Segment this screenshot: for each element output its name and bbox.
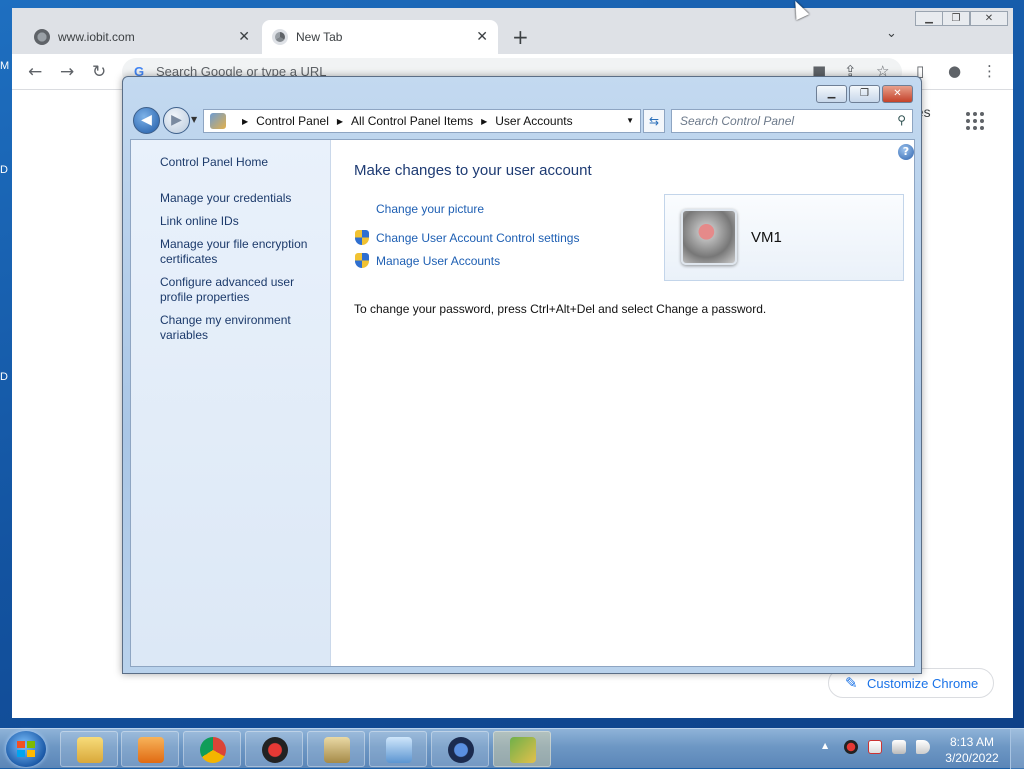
globe-icon (34, 29, 50, 45)
uac-shield-icon (355, 253, 369, 268)
breadcrumb[interactable]: ▶ Control Panel ▶ All Control Panel Item… (203, 109, 641, 133)
action-center-icon[interactable] (868, 740, 882, 754)
breadcrumb-item[interactable]: All Control Panel Items (351, 114, 473, 128)
link-manage-credentials[interactable]: Manage your credentials (160, 191, 291, 206)
link-online-ids[interactable]: Link online IDs (160, 214, 239, 229)
link-advanced-profile[interactable]: Configure advanced user profile properti… (160, 275, 310, 305)
customize-label: Customize Chrome (867, 676, 979, 691)
taskbar-explorer[interactable] (60, 731, 118, 767)
forward-arrow-icon[interactable]: → (60, 62, 74, 82)
search-input[interactable]: Search Control Panel ⚲ (671, 109, 913, 133)
start-button[interactable] (6, 731, 46, 767)
help-icon[interactable]: ? (898, 144, 914, 160)
close-tab-icon[interactable]: ✕ (476, 28, 488, 45)
clock[interactable]: 8:13 AM 3/20/2022 (940, 734, 1004, 766)
volume-icon[interactable] (916, 740, 930, 754)
back-arrow-icon[interactable]: ◀ (133, 107, 160, 134)
windows-logo-icon (17, 741, 35, 757)
maximize-button[interactable]: ❐ (849, 85, 880, 103)
chrome-tab-strip: www.iobit.com ✕ New Tab ✕ + ⌄ ▁ ❐ ✕ (12, 8, 1013, 54)
content-area: Control Panel Home Manage your credentia… (130, 139, 915, 667)
breadcrumb-item[interactable]: User Accounts (495, 114, 572, 128)
taskbar: ▲ 8:13 AM 3/20/2022 (0, 728, 1024, 769)
close-button[interactable]: ✕ (970, 11, 1008, 26)
forward-arrow-icon[interactable]: ▶ (163, 107, 190, 134)
account-name: VM1 (751, 229, 782, 246)
show-desktop-button[interactable] (1010, 729, 1024, 769)
app-icon (448, 737, 474, 763)
avatar[interactable] (681, 209, 737, 265)
chevron-right-icon[interactable]: ▶ (337, 117, 343, 126)
tab-new-tab[interactable]: New Tab ✕ (262, 20, 498, 54)
media-player-icon (138, 737, 164, 763)
show-hidden-icons-icon[interactable]: ▲ (822, 741, 828, 750)
link-uac-settings[interactable]: Change User Account Control settings (376, 231, 579, 245)
link-change-picture[interactable]: Change your picture (376, 202, 484, 216)
network-tray-icon[interactable] (892, 740, 906, 754)
link-manage-user-accounts[interactable]: Manage User Accounts (376, 254, 500, 268)
more-menu-icon[interactable]: ⋮ (982, 62, 997, 80)
search-icon[interactable]: ⚲ (897, 113, 906, 127)
iobit-icon (262, 737, 288, 763)
taskbar-app[interactable] (431, 731, 489, 767)
minimize-button[interactable]: ▁ (816, 85, 847, 103)
close-button[interactable]: ✕ (882, 85, 913, 103)
chevron-right-icon[interactable]: ▶ (242, 117, 248, 126)
taskbar-iobit[interactable] (245, 731, 303, 767)
tab-iobit[interactable]: www.iobit.com ✕ (24, 20, 260, 54)
control-panel-icon (210, 113, 226, 129)
recent-pages-chevron-icon[interactable]: ▼ (191, 115, 197, 124)
link-control-panel-home[interactable]: Control Panel Home (160, 155, 268, 170)
taskbar-user-accounts[interactable] (307, 731, 365, 767)
address-bar: ◀ ▶ ▼ ▶ Control Panel ▶ All Control Pane… (131, 107, 915, 135)
pencil-icon: ✎ (845, 675, 858, 692)
network-icon (386, 737, 412, 763)
tab-title: www.iobit.com (58, 30, 135, 44)
search-placeholder: Search Control Panel (680, 114, 795, 128)
tab-title: New Tab (296, 30, 343, 44)
password-note: To change your password, press Ctrl+Alt+… (354, 302, 767, 316)
close-tab-icon[interactable]: ✕ (238, 28, 250, 45)
back-arrow-icon[interactable]: ← (28, 62, 42, 82)
control-panel-icon (510, 737, 536, 763)
desktop-edge-text: D (0, 371, 8, 383)
apps-grid-icon[interactable] (966, 112, 984, 130)
account-card: VM1 (664, 194, 904, 281)
clock-time: 8:13 AM (949, 735, 995, 749)
control-panel-window: ▁ ❐ ✕ ◀ ▶ ▼ ▶ Control Panel ▶ All Contro… (122, 76, 922, 674)
uac-shield-icon (355, 230, 369, 245)
minimize-button[interactable]: ▁ (915, 11, 943, 26)
link-environment-variables[interactable]: Change my environment variables (160, 313, 310, 343)
iobit-tray-icon[interactable] (844, 740, 858, 754)
taskbar-network[interactable] (369, 731, 427, 767)
taskbar-control-panel[interactable] (493, 731, 551, 767)
user-accounts-icon (324, 737, 350, 763)
taskbar-media-player[interactable] (121, 731, 179, 767)
page-title: Make changes to your user account (354, 162, 592, 179)
reload-icon[interactable]: ↻ (92, 62, 106, 82)
chrome-icon (200, 737, 226, 763)
refresh-icon[interactable]: ⇆ (643, 109, 665, 133)
chevron-right-icon[interactable]: ▶ (481, 117, 487, 126)
desktop-edge-text: D (0, 164, 8, 176)
left-nav-pane: Control Panel Home Manage your credentia… (131, 140, 331, 666)
desktop-edge-text: M (0, 60, 10, 72)
taskbar-chrome[interactable] (183, 731, 241, 767)
breadcrumb-item[interactable]: Control Panel (256, 114, 329, 128)
tab-search-chevron-icon[interactable]: ⌄ (886, 26, 897, 41)
maximize-button[interactable]: ❐ (942, 11, 970, 26)
profile-icon[interactable]: ● (948, 62, 961, 80)
chevron-down-icon[interactable]: ▼ (626, 116, 634, 125)
explorer-icon (77, 737, 103, 763)
chrome-icon (272, 29, 288, 45)
clock-date: 3/20/2022 (945, 751, 999, 765)
link-file-encryption[interactable]: Manage your file encryption certificates (160, 237, 320, 267)
new-tab-icon[interactable]: + (512, 25, 529, 49)
